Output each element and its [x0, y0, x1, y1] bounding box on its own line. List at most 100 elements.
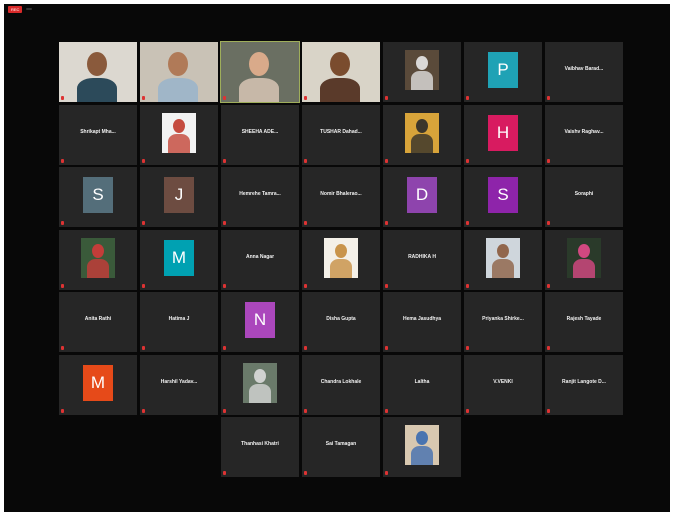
participant-tile[interactable]: Hema Jasudhya [383, 292, 461, 352]
muted-mic-icon [61, 283, 64, 288]
participant-tile[interactable] [59, 42, 137, 102]
participant-tile[interactable]: Anita Rathi [59, 292, 137, 352]
participant-avatar: J [164, 177, 194, 213]
muted-mic-icon [466, 283, 469, 288]
participant-tile[interactable]: Rajesh Tayade [545, 292, 623, 352]
participant-tile[interactable]: N [221, 292, 299, 352]
muted-mic-icon [142, 96, 145, 100]
participant-name: RADHIKA H [408, 253, 436, 260]
muted-mic-icon [61, 408, 64, 413]
participant-tile[interactable]: Disha Gupta [302, 292, 380, 352]
participant-name: Laltha [414, 378, 430, 385]
muted-mic-icon [466, 158, 469, 163]
muted-mic-icon [304, 158, 307, 163]
participant-video [302, 42, 380, 102]
participant-tile[interactable]: D [383, 167, 461, 227]
participant-tile[interactable]: Laltha [383, 354, 461, 415]
participant-tile[interactable] [545, 229, 623, 290]
participant-tile[interactable]: Hatima J [140, 292, 218, 352]
participant-avatar: D [407, 177, 437, 213]
participant-tile[interactable] [59, 229, 137, 290]
participant-avatar: M [83, 364, 113, 401]
participant-tile[interactable]: Ranjit Langote D... [545, 354, 623, 415]
participant-tile[interactable]: RADHIKA H [383, 229, 461, 290]
participant-tile[interactable] [220, 41, 300, 103]
participant-tile[interactable]: S [59, 167, 137, 227]
muted-mic-icon [547, 346, 550, 350]
muted-mic-icon [223, 96, 226, 100]
participant-name: Sai Tamagan [325, 441, 357, 447]
profile-photo [567, 237, 601, 278]
participant-tile[interactable]: M [59, 354, 137, 415]
participant-tile[interactable]: Vaibhav Barad... [545, 42, 623, 102]
profile-photo [405, 425, 439, 465]
muted-mic-icon [547, 408, 550, 413]
participant-video [140, 42, 218, 102]
participant-tile[interactable]: Harshil Yadav... [140, 354, 218, 415]
muted-mic-icon [304, 283, 307, 288]
muted-mic-icon [223, 346, 226, 350]
participant-tile[interactable] [302, 42, 380, 102]
participant-tile[interactable] [302, 229, 380, 290]
participant-tile[interactable]: J [140, 167, 218, 227]
muted-mic-icon [547, 158, 550, 163]
participant-tile[interactable]: SHEEHA ADE... [221, 104, 299, 165]
participant-tile[interactable]: Chandra Lokhale [302, 354, 380, 415]
participant-tile[interactable] [383, 104, 461, 165]
participant-tile[interactable]: Priyanka Shirke... [464, 292, 542, 352]
participant-tile[interactable]: Hemrehe Tamra... [221, 167, 299, 227]
participant-avatar: M [164, 239, 194, 276]
participant-name: Vaibhav Barad... [564, 66, 604, 72]
muted-mic-icon [61, 96, 64, 100]
participant-tile[interactable] [383, 417, 461, 477]
participant-tile[interactable]: S [464, 167, 542, 227]
muted-mic-icon [385, 96, 388, 100]
participant-tile[interactable] [140, 104, 218, 165]
profile-photo [486, 237, 520, 278]
participant-tile[interactable]: TUSHAR Dahad... [302, 104, 380, 165]
profile-photo [243, 362, 277, 403]
muted-mic-icon [466, 221, 469, 225]
participant-tile[interactable]: Soraphi [545, 167, 623, 227]
participant-tile[interactable] [221, 354, 299, 415]
participant-tile[interactable]: Shrikapt Mha... [59, 104, 137, 165]
muted-mic-icon [61, 158, 64, 163]
participant-tile[interactable]: V.VENKI [464, 354, 542, 415]
profile-photo [405, 112, 439, 153]
participant-tile[interactable] [464, 229, 542, 290]
muted-mic-icon [142, 158, 145, 163]
participant-tile[interactable]: H [464, 104, 542, 165]
participant-tile[interactable] [383, 42, 461, 102]
participant-name: Disha Gupta [326, 316, 356, 322]
muted-mic-icon [223, 408, 226, 413]
participant-tile[interactable]: Sai Tamagan [302, 417, 380, 477]
participant-tile[interactable]: P [464, 42, 542, 102]
muted-mic-icon [547, 96, 550, 100]
participant-tile[interactable]: Vaishv Raghav... [545, 104, 623, 165]
participant-tile[interactable] [140, 42, 218, 102]
participant-name: Chandra Lokhale [320, 378, 362, 385]
participant-name: Shrikapt Mha... [80, 128, 116, 135]
participant-tile[interactable]: M [140, 229, 218, 290]
participant-tile[interactable]: Nomir Bhalerao... [302, 167, 380, 227]
participant-name: Nomir Bhalerao... [320, 191, 362, 197]
muted-mic-icon [223, 471, 226, 475]
participant-name: Hemrehe Tamra... [239, 191, 281, 197]
participant-name: Soraphi [574, 191, 594, 197]
muted-mic-icon [466, 96, 469, 100]
muted-mic-icon [466, 346, 469, 350]
participant-tile[interactable]: Thanhasi Khatri [221, 417, 299, 477]
muted-mic-icon [385, 221, 388, 225]
muted-mic-icon [142, 283, 145, 288]
participant-name: Anita Rathi [84, 316, 112, 322]
participant-name: Hema Jasudhya [402, 316, 442, 322]
muted-mic-icon [142, 408, 145, 413]
muted-mic-icon [304, 471, 307, 475]
muted-mic-icon [385, 346, 388, 350]
muted-mic-icon [385, 408, 388, 413]
participant-name: Vaishv Raghav... [564, 128, 604, 135]
participant-tile[interactable]: Anna Nagar [221, 229, 299, 290]
muted-mic-icon [385, 158, 388, 163]
participant-name: Anna Nagar [245, 253, 275, 260]
participant-name: Hatima J [168, 316, 190, 322]
